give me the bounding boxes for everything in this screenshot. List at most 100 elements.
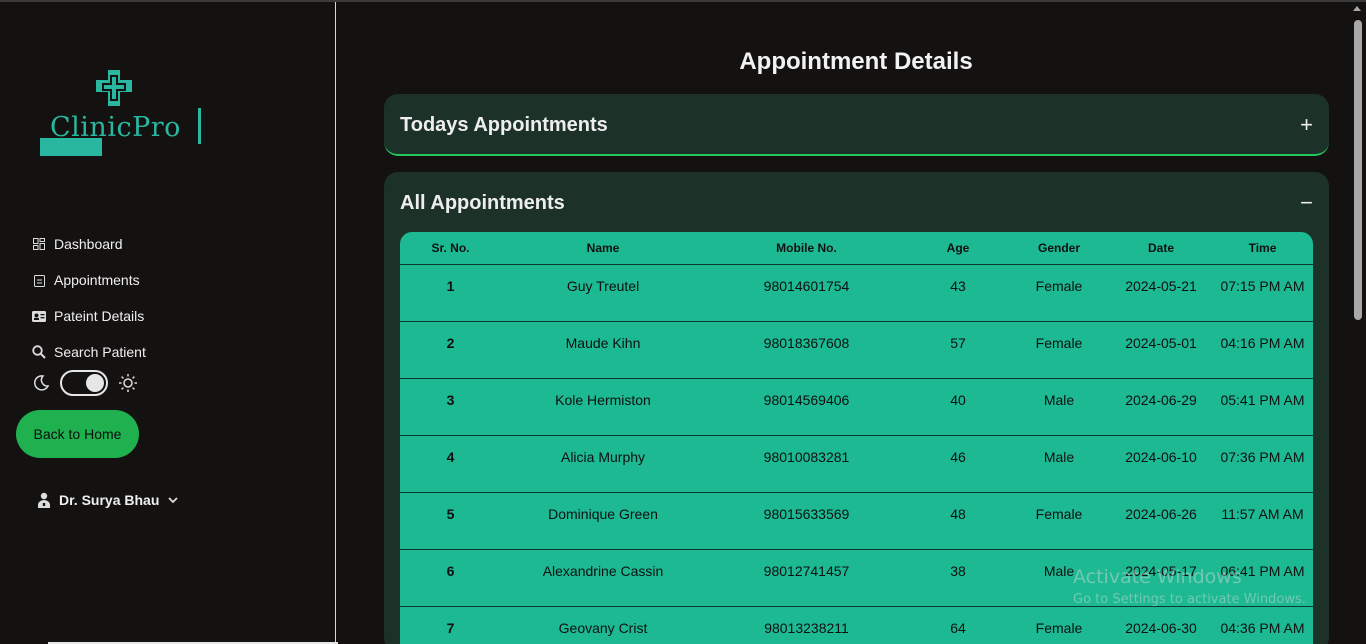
cell-sr: 5: [400, 492, 501, 550]
cell-gender: Female: [1008, 492, 1110, 550]
expand-icon: +: [1300, 112, 1313, 137]
cell-age: 48: [908, 492, 1008, 550]
cell-time: 04:36 PM AM: [1212, 606, 1313, 644]
cell-time: 07:36 PM AM: [1212, 435, 1313, 493]
table-row[interactable]: 4 Alicia Murphy 98010083281 46 Male 2024…: [400, 435, 1313, 493]
column-header: Name: [501, 232, 705, 265]
cell-mobile: 98013238211: [705, 606, 908, 644]
doctor-icon: [38, 492, 50, 508]
watermark-title: Activate Windows: [1073, 566, 1242, 588]
dashboard-icon: [32, 237, 46, 251]
cell-mobile: 98014601754: [705, 264, 908, 322]
table-row[interactable]: 2 Maude Kihn 98018367608 57 Female 2024-…: [400, 321, 1313, 379]
sidebar-item-search-patient[interactable]: Search Patient: [32, 334, 146, 370]
table-header-row: Sr. No. Name Mobile No. Age Gender Date …: [400, 232, 1313, 265]
column-header: Date: [1110, 232, 1212, 265]
cell-sr: 3: [400, 378, 501, 436]
cell-gender: Female: [1008, 606, 1110, 644]
column-header: Age: [908, 232, 1008, 265]
cell-mobile: 98010083281: [705, 435, 908, 493]
user-menu[interactable]: Dr. Surya Bhau: [37, 492, 179, 508]
cell-date: 2024-06-29: [1110, 378, 1212, 436]
cell-name: Geovany Crist: [501, 606, 705, 644]
cell-date: 2024-06-10: [1110, 435, 1212, 493]
theme-switcher: [32, 370, 138, 396]
main-content: Appointment Details Todays Appointments …: [337, 2, 1349, 644]
cell-name: Dominique Green: [501, 492, 705, 550]
accordion-title: All Appointments: [400, 191, 565, 214]
sidebar-item-label: Search Patient: [54, 344, 146, 360]
moon-icon: [33, 375, 50, 391]
chevron-down-icon: [168, 497, 179, 504]
column-header: Time: [1212, 232, 1313, 265]
cell-age: 38: [908, 549, 1008, 607]
sidebar-item-appointments[interactable]: Appointments: [32, 262, 146, 298]
theme-toggle[interactable]: [60, 370, 108, 396]
cell-sr: 4: [400, 435, 501, 493]
cell-gender: Female: [1008, 264, 1110, 322]
cell-sr: 7: [400, 606, 501, 644]
cell-age: 46: [908, 435, 1008, 493]
cell-mobile: 98012741457: [705, 549, 908, 607]
cell-mobile: 98014569406: [705, 378, 908, 436]
scroll-up-arrow-icon[interactable]: [1353, 6, 1361, 11]
column-header: Sr. No.: [400, 232, 501, 265]
page-title: Appointment Details: [739, 48, 973, 75]
scrollbar-thumb[interactable]: [1354, 20, 1362, 320]
sun-icon: [119, 374, 137, 392]
table-row[interactable]: 7 Geovany Crist 98013238211 64 Female 20…: [400, 606, 1313, 644]
table-row[interactable]: 1 Guy Treutel 98014601754 43 Female 2024…: [400, 264, 1313, 322]
table-row[interactable]: 5 Dominique Green 98015633569 48 Female …: [400, 492, 1313, 550]
cell-time: 07:15 PM AM: [1212, 264, 1313, 322]
watermark-subtitle: Go to Settings to activate Windows.: [1073, 592, 1306, 607]
sidebar-item-dashboard[interactable]: Dashboard: [32, 226, 146, 262]
cell-name: Alexandrine Cassin: [501, 549, 705, 607]
cell-date: 2024-06-26: [1110, 492, 1212, 550]
calendar-icon: [32, 273, 46, 287]
cell-sr: 2: [400, 321, 501, 379]
sidebar-item-label: Pateint Details: [54, 308, 145, 324]
cell-date: 2024-06-30: [1110, 606, 1212, 644]
todays-appointments-header[interactable]: Todays Appointments +: [400, 94, 1313, 156]
cell-name: Maude Kihn: [501, 321, 705, 379]
cell-age: 43: [908, 264, 1008, 322]
accordion-title: Todays Appointments: [400, 113, 608, 136]
cell-time: 04:16 PM AM: [1212, 321, 1313, 379]
column-header: Gender: [1008, 232, 1110, 265]
id-card-icon: [32, 309, 46, 323]
user-name: Dr. Surya Bhau: [59, 492, 160, 508]
back-to-home-button[interactable]: Back to Home: [16, 410, 139, 458]
cell-time: 11:57 AM AM: [1212, 492, 1313, 550]
cell-name: Kole Hermiston: [501, 378, 705, 436]
clinicpro-logo[interactable]: ClinicPro: [40, 68, 210, 160]
cell-sr: 6: [400, 549, 501, 607]
windows-activation-watermark: Activate Windows Go to Settings to activ…: [1073, 566, 1306, 607]
cell-time: 05:41 PM AM: [1212, 378, 1313, 436]
cell-age: 40: [908, 378, 1008, 436]
cell-gender: Male: [1008, 378, 1110, 436]
brand-name: ClinicPro: [50, 112, 181, 143]
todays-appointments-accordion: Todays Appointments +: [384, 94, 1329, 156]
sidebar-nav: Dashboard Appointments Pateint Details S…: [32, 226, 146, 370]
sidebar-item-patient-details[interactable]: Pateint Details: [32, 298, 146, 334]
cell-sr: 1: [400, 264, 501, 322]
cell-gender: Male: [1008, 435, 1110, 493]
table-row[interactable]: 3 Kole Hermiston 98014569406 40 Male 202…: [400, 378, 1313, 436]
collapse-icon: −: [1300, 190, 1313, 215]
cell-age: 57: [908, 321, 1008, 379]
cell-gender: Female: [1008, 321, 1110, 379]
toggle-knob: [86, 374, 104, 392]
cell-date: 2024-05-21: [1110, 264, 1212, 322]
cell-name: Guy Treutel: [501, 264, 705, 322]
cell-name: Alicia Murphy: [501, 435, 705, 493]
logo-caret: [198, 108, 201, 144]
page-scrollbar[interactable]: [1349, 2, 1366, 644]
cell-mobile: 98015633569: [705, 492, 908, 550]
all-appointments-header[interactable]: All Appointments −: [400, 172, 1313, 234]
medical-cross-icon: [96, 70, 132, 106]
sidebar-item-label: Dashboard: [54, 236, 123, 252]
cell-date: 2024-05-01: [1110, 321, 1212, 379]
cell-mobile: 98018367608: [705, 321, 908, 379]
sidebar-item-label: Appointments: [54, 272, 140, 288]
cell-age: 64: [908, 606, 1008, 644]
